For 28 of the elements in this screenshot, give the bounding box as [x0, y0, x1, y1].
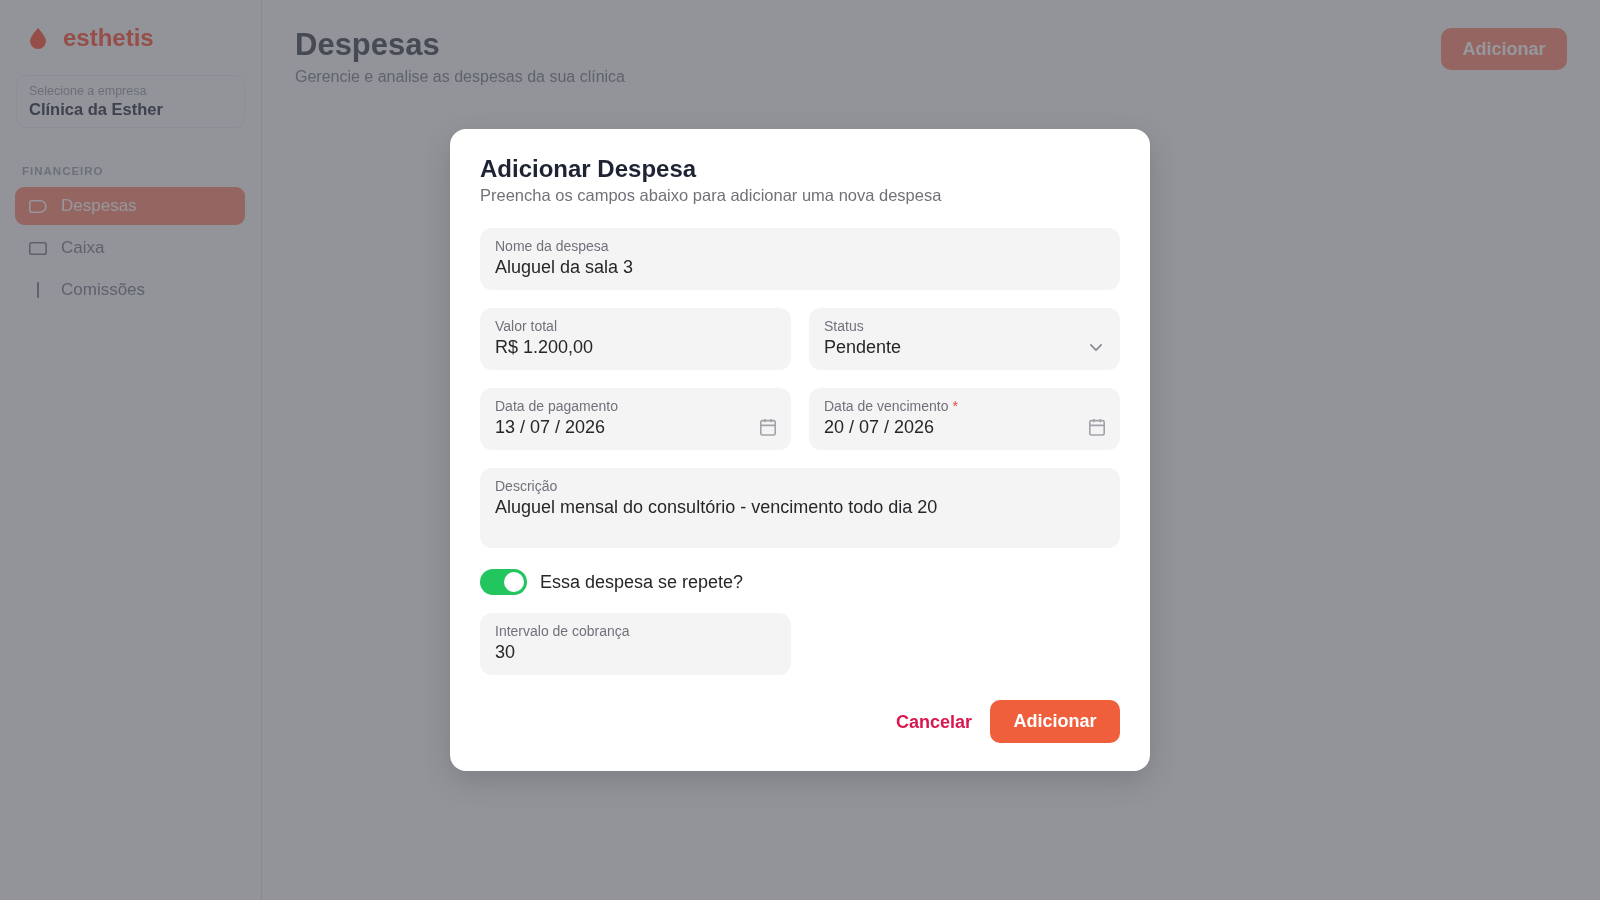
text-field[interactable]: Valor total R$ 1.200,00: [480, 308, 791, 370]
field-label: Valor total: [495, 317, 557, 335]
textarea-field[interactable]: Descrição Aluguel mensal do consultório - vencimento todo dia 20: [480, 468, 1120, 548]
field-label: Nome da despesa: [495, 237, 609, 255]
field-label: Data de pagamento: [495, 397, 618, 415]
cancel-button[interactable]: Cancelar: [893, 704, 974, 739]
page-title: Despesas: [295, 27, 441, 63]
dialog-subtitle: Preencha os campos abaixo para adicionar uma nova despesa: [480, 185, 943, 205]
select-field[interactable]: Status Pendente: [809, 308, 1120, 370]
tag-icon: [29, 199, 47, 213]
toggle-label: Essa despesa se repete?: [540, 571, 744, 594]
calendar-icon: [760, 418, 776, 436]
field-label: Descrição: [495, 477, 558, 495]
text-field[interactable]: Intervalo de cobrança 30: [480, 613, 791, 675]
date-field[interactable]: Data de vencimento * 20 / 07 / 2026: [809, 388, 1120, 450]
field-label: Data de vencimento *: [824, 397, 958, 415]
drop-icon: [30, 27, 46, 49]
toggle-switch[interactable]: [480, 569, 527, 595]
calendar-icon: [1089, 418, 1105, 436]
brand-name: esthetis: [63, 24, 154, 52]
date-field[interactable]: Data de pagamento 13 / 07 / 2026: [480, 388, 791, 450]
field-label: Status: [824, 317, 864, 335]
chevron-down-icon: [1090, 343, 1102, 351]
field-label: Intervalo de cobrança: [495, 622, 630, 640]
vertical-line-icon: [37, 282, 39, 298]
rectangle-icon: [29, 241, 47, 255]
dialog-title: Adicionar Despesa: [480, 155, 698, 183]
text-field[interactable]: Nome da despesa Aluguel da sala 3: [480, 228, 1120, 290]
